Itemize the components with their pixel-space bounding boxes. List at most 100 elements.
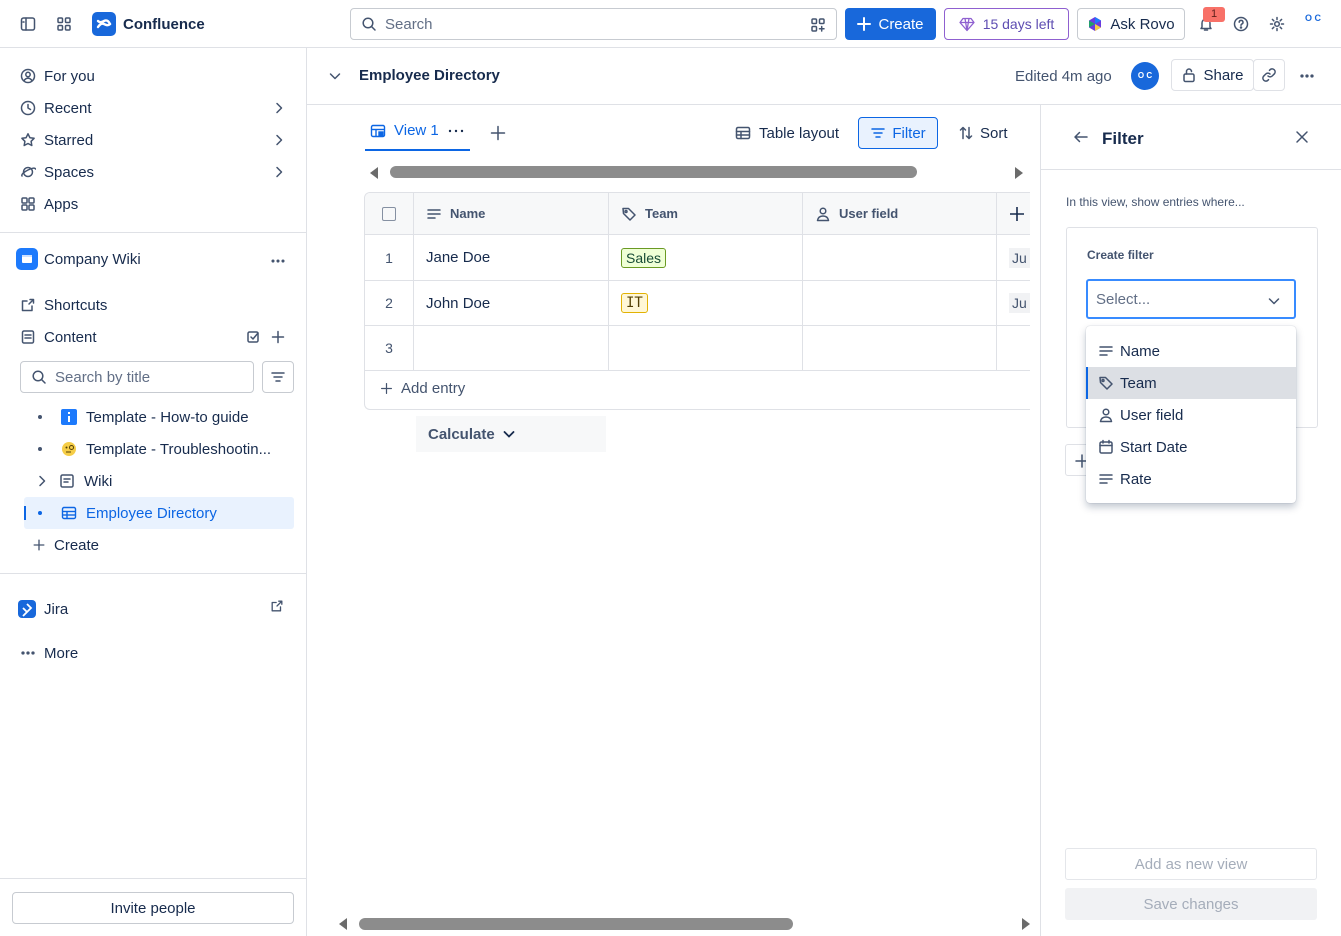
column-header-label: Name [450,206,486,221]
add-entry-button[interactable]: Add entry [380,380,465,397]
table-horizontal-scrollbar[interactable] [390,166,917,178]
trial-days-button[interactable]: 15 days left [944,8,1069,40]
save-changes-button[interactable]: Save changes [1065,888,1317,920]
tag-icon [622,207,636,221]
chevron-right-icon[interactable] [34,473,50,489]
table-cell-user-field[interactable] [803,326,997,371]
dropdown-option-start-date[interactable]: Start Date [1086,431,1296,463]
select-all-checkbox[interactable] [382,206,396,221]
add-column-cell[interactable] [997,193,1030,235]
sidebar-toggle-icon[interactable] [16,12,40,36]
text-field-icon [1099,474,1113,484]
add-as-new-view-button[interactable]: Add as new view [1065,848,1317,880]
dropdown-option-rate[interactable]: Rate [1086,463,1296,495]
column-header-name[interactable]: Name [414,193,609,235]
sidebar-item-shortcuts[interactable]: Shortcuts [20,293,107,317]
tree-item-wiki[interactable]: Wiki [24,465,294,497]
active-tab-underline [365,149,470,151]
copy-link-button[interactable] [1253,59,1285,91]
sidebar-item-jira[interactable]: Jira [18,597,68,621]
checklist-icon[interactable] [246,329,262,345]
tree-item-how-to-guide[interactable]: Template - How-to guide [24,401,294,433]
add-view-plus-icon[interactable] [490,125,506,141]
table-cell-overflow[interactable]: Ju [997,235,1030,281]
dropdown-option-user-field[interactable]: User field [1086,399,1296,431]
back-arrow-icon[interactable] [1073,129,1089,145]
close-icon[interactable] [1294,129,1310,145]
search-by-title-input[interactable]: Search by title [20,361,254,393]
table-cell-team[interactable]: IT [609,281,803,326]
jira-icon [18,600,36,618]
chevron-right-icon[interactable] [271,132,287,148]
dropdown-option-name[interactable]: Name [1086,335,1296,367]
more-options-icon[interactable] [1299,68,1315,84]
sort-button[interactable]: Sort [958,118,1008,148]
bullet [38,511,42,515]
tab-view-1[interactable]: View 1 [370,122,465,139]
sidebar-item-starred[interactable]: Starred [20,128,93,152]
global-search-input[interactable]: Search [350,8,837,40]
sidebar-item-more[interactable]: More [20,641,78,665]
table-cell-user-field[interactable] [803,281,997,326]
user-avatar[interactable]: O C [1300,13,1326,35]
calculate-label: Calculate [428,425,495,443]
tree-filter-button[interactable] [262,361,294,393]
sidebar-item-spaces[interactable]: Spaces [20,160,94,184]
tree-item-troubleshooting[interactable]: Template - Troubleshootin... [24,433,294,465]
sidebar-item-label: Spaces [44,163,95,181]
ask-rovo-button[interactable]: Ask Rovo [1077,8,1185,40]
table-cell-name[interactable]: John Doe [414,281,609,326]
column-header-team[interactable]: Team [609,193,803,235]
table-cell-overflow[interactable]: Ju [997,281,1030,326]
page-horizontal-scrollbar[interactable] [359,918,793,930]
plus-icon [33,539,45,551]
chevron-right-icon[interactable] [271,100,287,116]
app-switcher-icon[interactable] [52,12,76,36]
help-icon[interactable] [1229,12,1253,36]
team-tag-sales: Sales [621,247,667,268]
table-cell-user-field[interactable] [803,235,997,281]
table-cell-overflow[interactable] [997,326,1030,371]
filter-field-select[interactable]: Select... [1086,279,1296,319]
add-column-plus-icon [1009,206,1024,221]
share-button[interactable]: Share [1171,59,1254,91]
plus-icon [381,383,392,394]
confluence-logo[interactable]: Confluence [92,12,205,36]
more-options-icon[interactable] [270,253,286,269]
sidebar-item-apps[interactable]: Apps [20,192,78,216]
space-header[interactable]: Company Wiki [16,248,141,270]
column-header-user-field[interactable]: User field [803,193,997,235]
option-label: Rate [1120,470,1152,488]
create-button[interactable]: Create [845,8,936,40]
chevron-down-icon[interactable] [327,68,343,84]
sidebar-item-recent[interactable]: Recent [20,96,92,120]
invite-people-button[interactable]: Invite people [12,892,294,924]
scroll-left-arrow-icon[interactable] [337,917,349,931]
table-cell-name[interactable] [414,326,609,371]
dropdown-option-team[interactable]: Team [1086,367,1296,399]
link-icon [1262,68,1276,82]
external-link-icon[interactable] [270,599,284,613]
chevron-right-icon[interactable] [271,164,287,180]
scroll-left-arrow-icon[interactable] [368,166,380,180]
calculate-button[interactable]: Calculate [416,416,606,452]
page-icon [58,472,76,490]
tab-more-icon[interactable] [447,123,465,139]
scroll-right-arrow-icon[interactable] [1013,166,1025,180]
add-content-plus-icon[interactable] [270,329,286,345]
tree-item-employee-directory[interactable]: Employee Directory [24,497,294,529]
filter-button[interactable]: Filter [858,117,938,149]
collaborator-avatar[interactable]: O C [1131,62,1159,90]
team-tag-it: IT [621,293,648,313]
sidebar-item-for-you[interactable]: For you [20,64,95,88]
search-filters-icon[interactable] [810,17,826,33]
sidebar-item-content[interactable]: Content [20,325,97,349]
sidebar-create-button[interactable]: Create [32,533,99,557]
more-dots-icon [21,651,35,655]
table-layout-button[interactable]: Table layout [735,118,839,148]
scroll-right-arrow-icon[interactable] [1020,917,1032,931]
table-cell-team[interactable] [609,326,803,371]
settings-gear-icon[interactable] [1265,12,1289,36]
table-cell-team[interactable]: Sales [609,235,803,281]
table-cell-name[interactable]: Jane Doe [414,235,609,281]
